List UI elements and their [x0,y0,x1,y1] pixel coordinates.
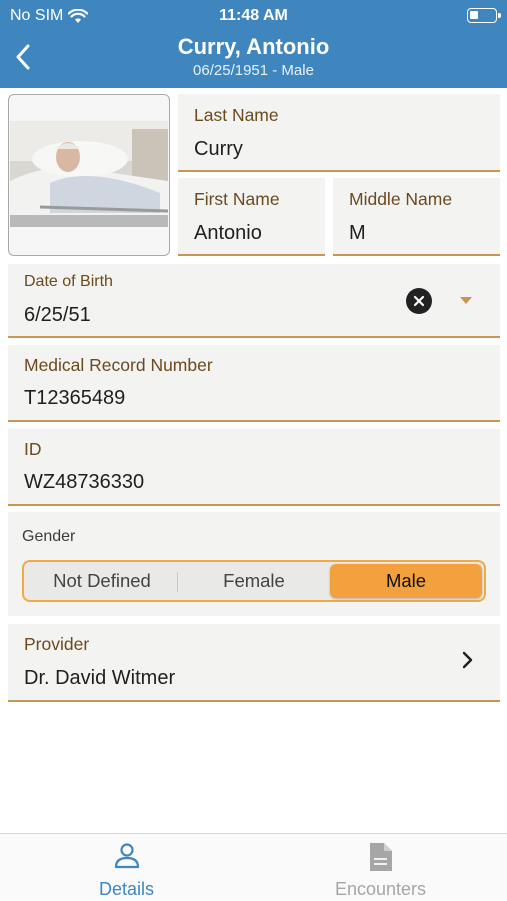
id-value[interactable]: WZ48736330 [24,471,144,494]
page-subtitle: 06/25/1951 - Male [193,62,314,79]
tab-encounters[interactable]: Encounters [254,834,507,901]
last-name-field[interactable]: Last Name Curry [178,94,500,172]
chevron-right-icon[interactable] [462,651,474,669]
navigation-header: No SIM 11:48 AM Curry, Antonio 06/25/195… [0,0,507,88]
document-icon [369,843,392,871]
gender-option-not-defined[interactable]: Not Defined [26,564,178,598]
status-time: 11:48 AM [219,7,288,24]
tab-bar: Details Encounters [0,833,507,900]
chevron-left-icon [16,44,30,70]
id-label: ID [24,439,42,459]
first-name-label: First Name [194,189,280,209]
patient-photo-image [10,121,168,227]
gender-segmented-control[interactable]: Not Defined Female Male [22,560,486,602]
tab-encounters-label: Encounters [334,879,427,899]
clear-date-button[interactable] [406,288,432,314]
provider-field[interactable]: Provider Dr. David Witmer [8,624,500,702]
battery-icon [467,8,501,23]
tab-details[interactable]: Details [0,834,253,901]
provider-label: Provider [24,634,90,654]
id-field[interactable]: ID WZ48736330 [8,429,500,506]
middle-name-label: Middle Name [349,189,453,209]
medical-record-number-value[interactable]: T12365489 [24,387,125,410]
gender-label: Gender [22,528,76,545]
medical-record-number-field[interactable]: Medical Record Number T12365489 [8,345,500,422]
date-of-birth-field[interactable]: Date of Birth 6/25/51 [8,264,500,338]
middle-name-field[interactable]: Middle Name M [333,178,500,256]
first-name-value[interactable]: Antonio [194,222,262,245]
person-icon [114,843,139,869]
patient-photo[interactable] [8,94,170,256]
gender-section: Gender Not Defined Female Male [8,512,500,616]
last-name-value[interactable]: Curry [194,138,243,161]
close-icon [413,295,425,307]
provider-value: Dr. David Witmer [24,667,176,689]
caret-down-icon[interactable] [460,297,472,304]
middle-name-value[interactable]: M [349,222,366,245]
date-of-birth-value[interactable]: 6/25/51 [24,304,91,327]
last-name-label: Last Name [194,105,279,125]
medical-record-number-label: Medical Record Number [24,355,213,375]
first-name-field[interactable]: First Name Antonio [178,178,325,256]
tab-details-label: Details [98,879,155,899]
page-title: Curry, Antonio [177,34,330,59]
back-button[interactable] [8,40,38,74]
date-of-birth-label: Date of Birth [24,273,113,290]
status-bar: No SIM 11:48 AM [0,5,507,27]
gender-option-male[interactable]: Male [330,564,482,598]
gender-option-female[interactable]: Female [178,564,330,598]
